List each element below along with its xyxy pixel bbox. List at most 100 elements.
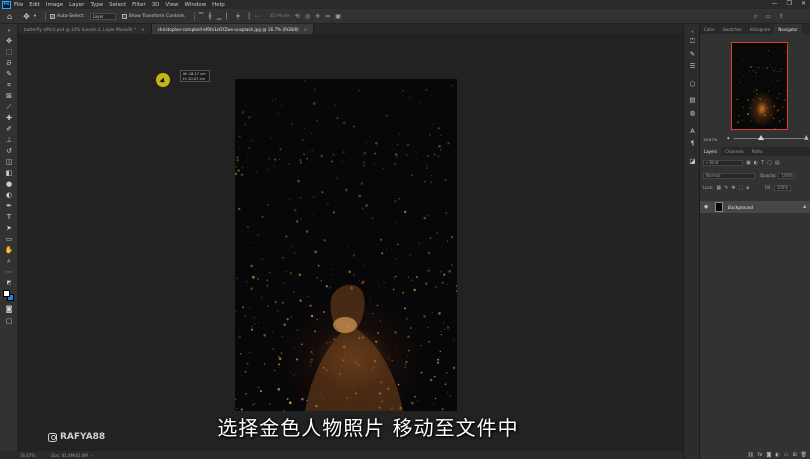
status-doc-size[interactable]: Doc: 41.4M/41.4M	[51, 453, 87, 458]
screen-mode-icon[interactable]: ▢	[2, 316, 16, 326]
zoom-out-icon[interactable]: ▴	[727, 135, 730, 141]
rectangle-tool-icon[interactable]: ▭	[2, 234, 16, 244]
filter-adjustment-icon[interactable]: ◐	[754, 160, 758, 166]
3d-icon[interactable]: ⬡	[687, 80, 698, 88]
layer-kind-filter[interactable]: ⌕ Kind	[703, 159, 743, 166]
quick-mask-icon[interactable]: ◙	[2, 304, 16, 314]
auto-select-dropdown[interactable]: Layer	[89, 12, 116, 20]
photoshop-logo-icon[interactable]: Ps	[2, 0, 11, 9]
marquee-tool-icon[interactable]: ⬚	[2, 47, 16, 57]
collapse-panels-icon[interactable]: «	[687, 27, 698, 35]
quick-select-tool-icon[interactable]: ✎	[2, 69, 16, 79]
layer-style-icon[interactable]: fx	[758, 452, 763, 458]
align-middle-icon[interactable]: ╫	[208, 13, 212, 20]
history-icon[interactable]: ⏍	[687, 37, 698, 45]
brush-settings-icon[interactable]: ✎	[687, 50, 698, 58]
menu-help[interactable]: Help	[212, 2, 225, 8]
filter-pixel-icon[interactable]: ▣	[746, 160, 751, 166]
eraser-tool-icon[interactable]: ◫	[2, 157, 16, 167]
blur-tool-icon[interactable]: ●	[2, 179, 16, 189]
default-colors-icon[interactable]: ◩	[2, 278, 16, 288]
dodge-tool-icon[interactable]: ◐	[2, 190, 16, 200]
tab-christopher-campbell[interactable]: christopher-campbell-kf6fa1zGYZws-unspla…	[151, 24, 315, 34]
paragraph-icon[interactable]: ¶	[687, 139, 698, 147]
tab-swatches[interactable]: Swatches	[718, 24, 745, 34]
status-chevron-icon[interactable]: ›	[92, 453, 94, 458]
lock-position-icon[interactable]: ✥	[731, 185, 735, 191]
healing-brush-tool-icon[interactable]: ✚	[2, 113, 16, 123]
blend-mode-dropdown[interactable]: Normal	[703, 172, 755, 179]
layer-row-background[interactable]: ◉ Background 🔒︎	[700, 201, 810, 213]
menu-view[interactable]: View	[165, 2, 178, 8]
distribute-icon[interactable]: ⋯	[254, 13, 260, 20]
minimize-icon[interactable]: —	[772, 0, 778, 7]
3d-pan-icon[interactable]: ✢	[315, 13, 320, 20]
close-icon[interactable]: ✕	[801, 0, 806, 7]
search-icon[interactable]: ⌕	[754, 13, 757, 21]
pen-tool-icon[interactable]: ✒	[2, 201, 16, 211]
gradient-tool-icon[interactable]: ◧	[2, 168, 16, 178]
crop-tool-icon[interactable]: ⌗	[2, 80, 16, 90]
lock-transparent-icon[interactable]: ▦	[716, 185, 721, 191]
filter-smart-icon[interactable]: ▤	[775, 160, 780, 166]
align-top-icon[interactable]: ▔	[199, 13, 204, 20]
frame-tool-icon[interactable]: ⊠	[2, 91, 16, 101]
foreground-color-swatch[interactable]	[3, 290, 10, 297]
menu-3d[interactable]: 3D	[152, 2, 160, 8]
navigator-zoom-value[interactable]: 16.67%	[703, 137, 717, 142]
zoom-in-icon[interactable]: ▲	[804, 134, 809, 141]
menu-select[interactable]: Select	[109, 2, 126, 8]
filter-type-icon[interactable]: T	[761, 160, 764, 166]
lasso-tool-icon[interactable]: ᘐ	[2, 58, 16, 68]
menu-type[interactable]: Type	[90, 2, 103, 8]
menu-file[interactable]: File	[14, 2, 23, 8]
toolbar-collapse-icon[interactable]: »	[2, 26, 16, 36]
tab-layers[interactable]: Layers	[700, 146, 722, 157]
zoom-slider[interactable]	[734, 138, 804, 139]
hand-tool-icon[interactable]: ✋	[2, 245, 16, 255]
close-icon[interactable]: ×	[304, 27, 308, 32]
share-icon[interactable]: ⇪	[779, 13, 784, 21]
tool-preset-chevron-icon[interactable]: ▾	[34, 14, 36, 19]
tab-butterfly-effect[interactable]: butterfly effect.psd @ 33% (Levels 2, La…	[18, 24, 152, 34]
tab-navigator[interactable]: Navigator	[774, 24, 802, 34]
new-layer-icon[interactable]: ⊞	[792, 452, 796, 458]
canvas-workspace[interactable]: W: 18.27 cm H: 20.07 cm 选择金色人物照片 移动至文件中 …	[18, 34, 683, 451]
navigator-view-box[interactable]	[731, 42, 788, 130]
libraries-icon[interactable]: ◍	[687, 109, 698, 117]
align-left-icon[interactable]: ▏	[226, 13, 231, 20]
lock-image-icon[interactable]: ✎	[724, 185, 728, 191]
tab-channels[interactable]: Channels	[721, 147, 748, 157]
tab-paths[interactable]: Paths	[748, 147, 767, 157]
zoom-tool-icon[interactable]: ⌕	[2, 256, 16, 266]
show-transform-checkbox[interactable]	[121, 13, 127, 19]
auto-select-checkbox[interactable]: ✓	[50, 13, 56, 19]
move-tool-icon[interactable]: ✥	[23, 12, 30, 21]
maximize-icon[interactable]: ❐	[787, 0, 792, 7]
align-center-icon[interactable]: ╪	[236, 13, 240, 20]
home-icon[interactable]: ⌂	[7, 12, 12, 21]
align-right-icon[interactable]: ▕	[245, 13, 250, 20]
tab-histogram[interactable]: Histogram	[746, 24, 775, 34]
close-icon[interactable]: ×	[141, 27, 145, 32]
history-brush-tool-icon[interactable]: ↺	[2, 146, 16, 156]
group-icon[interactable]: ▭	[784, 452, 789, 458]
clone-stamp-tool-icon[interactable]: ⊥	[2, 135, 16, 145]
menu-window[interactable]: Window	[184, 2, 206, 8]
type-tool-icon[interactable]: T	[2, 212, 16, 222]
add-mask-icon[interactable]: ◙	[766, 452, 771, 458]
tab-color[interactable]: Color	[700, 24, 718, 34]
opacity-input[interactable]: 100%	[778, 172, 796, 179]
align-bottom-icon[interactable]: ▁	[217, 13, 222, 20]
3d-slide-icon[interactable]: ⇔	[325, 13, 330, 20]
brush-tool-icon[interactable]: ✐	[2, 124, 16, 134]
adjustment-layer-icon[interactable]: ◐	[775, 452, 779, 458]
path-select-tool-icon[interactable]: ➤	[2, 223, 16, 233]
3d-rotate-icon[interactable]: ⟲	[295, 13, 300, 20]
3d-scale-icon[interactable]: ▣	[335, 13, 341, 20]
more-tools-icon[interactable]: ⋯	[2, 267, 16, 277]
character-icon[interactable]: A	[687, 127, 698, 135]
adjustments-icon[interactable]: ☰	[687, 62, 698, 70]
move-tool-icon[interactable]: ✥	[2, 36, 16, 46]
trash-icon[interactable]: 🗑︎	[801, 452, 807, 458]
